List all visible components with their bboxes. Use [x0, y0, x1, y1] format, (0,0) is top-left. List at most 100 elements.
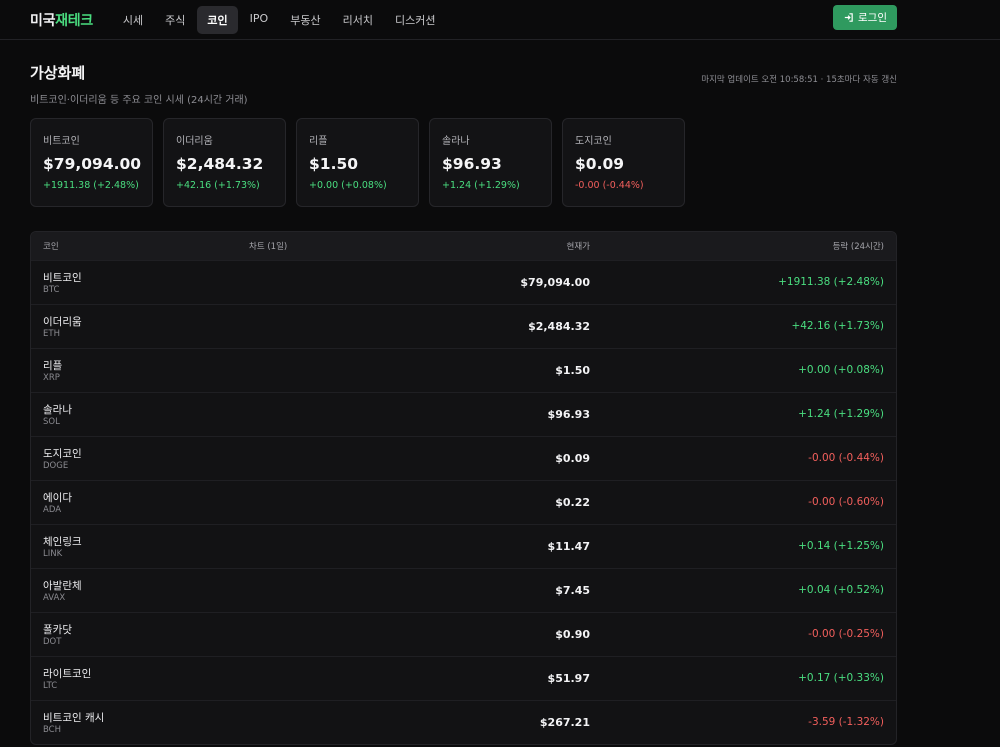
card-coin-name: 비트코인: [43, 136, 80, 147]
coin-change: +1911.38 (+2.48%): [778, 276, 884, 288]
coin-price: $0.90: [555, 628, 590, 641]
coin-symbol: ADA: [43, 505, 62, 515]
table-row[interactable]: 아발란체 AVAX $7.45 +0.04 (+0.52%): [31, 568, 896, 612]
coin-change: +0.14 (+1.25%): [798, 540, 884, 552]
nav-item-stocks[interactable]: 주식: [155, 6, 195, 34]
table-row[interactable]: 도지코인 DOGE $0.09 -0.00 (-0.44%): [31, 436, 896, 480]
logo-text-primary: 미국: [30, 12, 56, 29]
coin-price: $0.22: [555, 496, 590, 509]
coin-price: $267.21: [539, 716, 590, 729]
site-logo[interactable]: 미국재테크: [30, 10, 93, 30]
table-row[interactable]: 리플 XRP $1.50 +0.00 (+0.08%): [31, 348, 896, 392]
table-row[interactable]: 비트코인 캐시 BCH $267.21 -3.59 (-1.32%): [31, 700, 896, 744]
coin-name: 리플: [43, 360, 63, 372]
coin-table: 코인 차트 (1일) 현재가 등락 (24시간) 비트코인 BTC $79,09…: [30, 231, 897, 745]
table-row[interactable]: 폴카닷 DOT $0.90 -0.00 (-0.25%): [31, 612, 896, 656]
table-row[interactable]: 비트코인 BTC $79,094.00 +1911.38 (+2.48%): [31, 260, 896, 304]
summary-card[interactable]: 도지코인 $0.09 -0.00 (-0.44%): [562, 118, 685, 207]
nav-item-discussion[interactable]: 디스커션: [385, 6, 445, 34]
coin-price: $1.50: [555, 364, 590, 377]
card-coin-name: 도지코인: [575, 136, 612, 147]
coin-name: 아발란체: [43, 580, 82, 592]
coin-price: $0.09: [555, 452, 590, 465]
table-row[interactable]: 솔라나 SOL $96.93 +1.24 (+1.29%): [31, 392, 896, 436]
table-row[interactable]: 이더리움 ETH $2,484.32 +42.16 (+1.73%): [31, 304, 896, 348]
page-subtitle: 비트코인·이더리움 등 주요 코인 시세 (24시간 거래): [30, 95, 248, 106]
coin-name: 체인링크: [43, 536, 82, 548]
column-header-price: 현재가: [566, 242, 590, 252]
main-nav: 시세 주식 코인 IPO 부동산 리서치 디스커션: [113, 5, 448, 34]
summary-card[interactable]: 이더리움 $2,484.32 +42.16 (+1.73%): [163, 118, 286, 207]
coin-change: -0.00 (-0.25%): [808, 628, 884, 640]
coin-name: 비트코인: [43, 272, 82, 284]
coin-name: 비트코인 캐시: [43, 712, 105, 724]
summary-card[interactable]: 비트코인 $79,094.00 +1911.38 (+2.48%): [30, 118, 153, 207]
nav-item-coins[interactable]: 코인: [197, 5, 238, 34]
coin-price: $51.97: [547, 672, 590, 685]
nav-item-real-estate[interactable]: 부동산: [280, 6, 330, 34]
column-header-change: 등락 (24시간): [832, 242, 884, 252]
coin-name: 라이트코인: [43, 668, 92, 680]
summary-cards: 비트코인 $79,094.00 +1911.38 (+2.48%) 이더리움 $…: [0, 118, 1000, 207]
login-arrow-icon: [844, 13, 853, 22]
coin-name: 에이다: [43, 492, 72, 504]
login-button[interactable]: 로그인: [833, 5, 897, 30]
coin-change: +0.00 (+0.08%): [798, 364, 884, 376]
card-change: +0.00 (+0.08%): [309, 180, 387, 191]
coin-name: 도지코인: [43, 448, 82, 460]
coin-symbol: LTC: [43, 681, 58, 691]
coin-price: $96.93: [547, 408, 590, 421]
summary-card[interactable]: 솔라나 $96.93 +1.24 (+1.29%): [429, 118, 552, 207]
coin-name: 폴카닷: [43, 624, 72, 636]
coin-symbol: LINK: [43, 549, 63, 559]
coin-symbol: AVAX: [43, 593, 66, 603]
coin-symbol: DOT: [43, 637, 62, 647]
login-label: 로그인: [858, 12, 887, 24]
page-header: 가상화폐 비트코인·이더리움 등 주요 코인 시세 (24시간 거래) 마지막 …: [0, 40, 1000, 118]
coin-symbol: SOL: [43, 417, 60, 427]
card-price: $79,094.00: [43, 155, 142, 173]
table-header: 코인 차트 (1일) 현재가 등락 (24시간): [31, 232, 896, 260]
card-coin-name: 이더리움: [176, 136, 213, 147]
coin-change: -0.00 (-0.44%): [808, 452, 884, 464]
nav-item-ipo[interactable]: IPO: [240, 6, 279, 34]
coin-change: +42.16 (+1.73%): [791, 320, 884, 332]
summary-card[interactable]: 리플 $1.50 +0.00 (+0.08%): [296, 118, 419, 207]
table-row[interactable]: 라이트코인 LTC $51.97 +0.17 (+0.33%): [31, 656, 896, 700]
table-row[interactable]: 체인링크 LINK $11.47 +0.14 (+1.25%): [31, 524, 896, 568]
coin-symbol: DOGE: [43, 461, 69, 471]
coin-change: +0.04 (+0.52%): [798, 584, 884, 596]
nav-item-quotes[interactable]: 시세: [113, 6, 153, 34]
card-change: +42.16 (+1.73%): [176, 180, 260, 191]
coin-price: $7.45: [555, 584, 590, 597]
card-price: $1.50: [309, 155, 359, 173]
coin-price: $2,484.32: [528, 320, 590, 333]
card-price: $0.09: [575, 155, 625, 173]
column-header-coin: 코인: [43, 242, 59, 252]
nav-item-research[interactable]: 리서치: [333, 6, 383, 34]
coin-change: -3.59 (-1.32%): [808, 716, 884, 728]
coin-name: 솔라나: [43, 404, 72, 416]
coin-symbol: BCH: [43, 725, 62, 735]
coin-change: +1.24 (+1.29%): [798, 408, 884, 420]
card-coin-name: 솔라나: [442, 136, 470, 147]
logo-text-accent: 재테크: [55, 12, 93, 29]
coin-price: $11.47: [547, 540, 590, 553]
card-change: +1911.38 (+2.48%): [43, 180, 139, 191]
coin-name: 이더리움: [43, 316, 82, 328]
last-update-info: 마지막 업데이트 오전 10:58:51 · 15초마다 자동 갱신: [701, 75, 897, 85]
column-header-chart: 차트 (1일): [249, 242, 288, 252]
coin-symbol: XRP: [43, 373, 60, 383]
top-navigation: 미국재테크 시세 주식 코인 IPO 부동산 리서치 디스커션 로그인: [0, 0, 1000, 40]
table-row[interactable]: 에이다 ADA $0.22 -0.00 (-0.60%): [31, 480, 896, 524]
coin-symbol: ETH: [43, 329, 60, 339]
coin-change: +0.17 (+0.33%): [798, 672, 884, 684]
coin-symbol: BTC: [43, 285, 60, 295]
card-price: $2,484.32: [176, 155, 264, 173]
coin-price: $79,094.00: [520, 276, 590, 289]
card-change: +1.24 (+1.29%): [442, 180, 520, 191]
card-change: -0.00 (-0.44%): [575, 180, 644, 191]
card-price: $96.93: [442, 155, 502, 173]
coin-change: -0.00 (-0.60%): [808, 496, 884, 508]
card-coin-name: 리플: [309, 136, 328, 147]
